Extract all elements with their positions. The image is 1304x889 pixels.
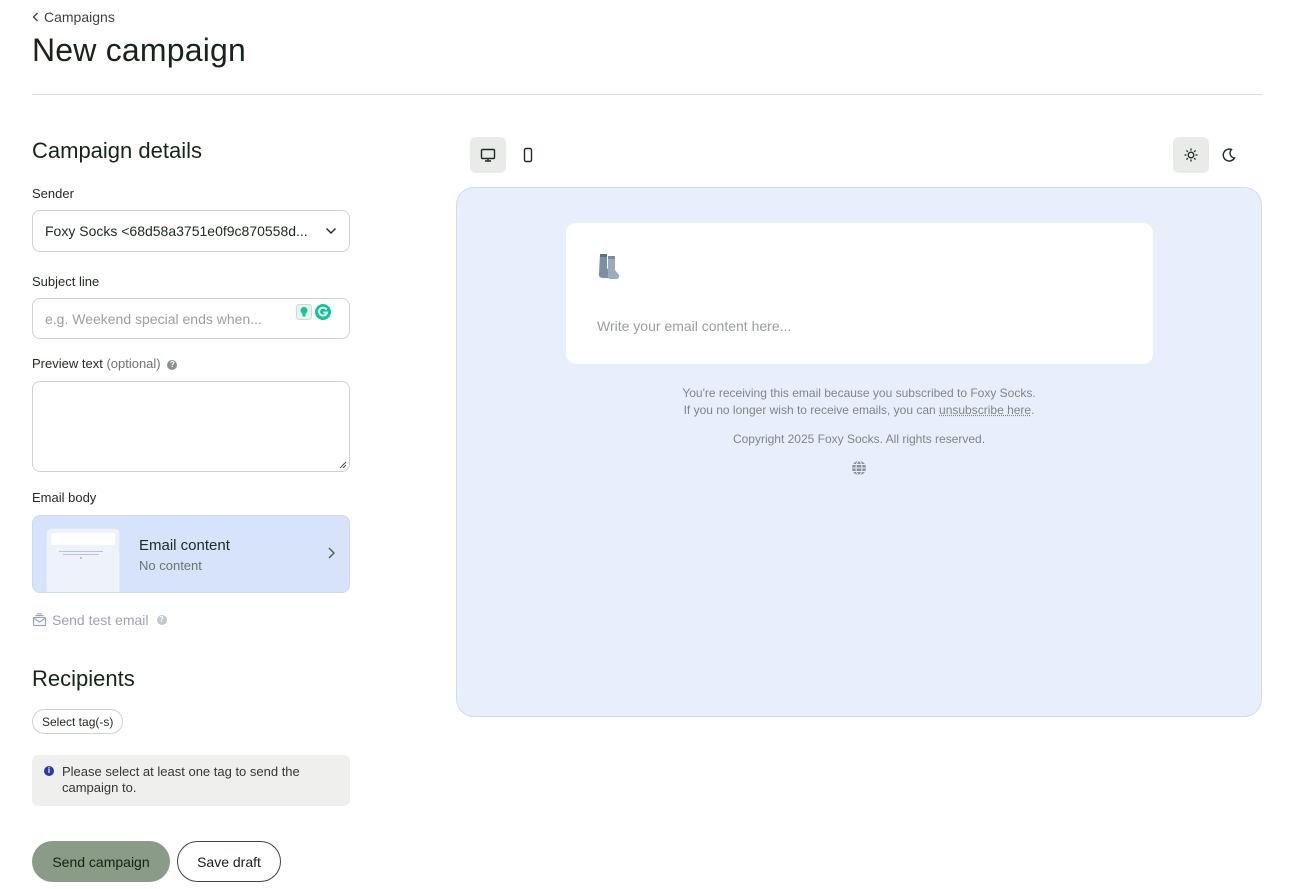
lightbulb-icon[interactable] [296,304,312,320]
recipients-notice-text: Please select at least one tag to send t… [62,764,300,795]
sender-select[interactable]: Foxy Socks <68d58a3751e0f9c870558d... [32,210,350,252]
footer-subscription-note: You're receiving this email because you … [457,385,1261,419]
subject-field-wrapper [32,298,350,339]
chevron-down-icon [326,228,336,234]
footer-line1: You're receiving this email because you … [682,386,1036,400]
email-thumbnail [47,529,119,592]
header-divider [32,94,1262,95]
select-tags-button[interactable]: Select tag(-s) [32,709,124,734]
email-content-status: No content [139,558,202,573]
subject-input[interactable] [45,310,285,327]
help-icon[interactable]: ? [167,359,178,370]
desktop-view-button[interactable] [470,137,506,173]
preview-text-label-main: Preview text [32,356,103,371]
email-content-placeholder: Write your email content here... [597,318,792,334]
send-campaign-button[interactable]: Send campaign [32,841,170,882]
footer-copyright: Copyright 2025 Foxy Socks. All rights re… [732,432,986,446]
info-icon: i [44,766,54,776]
preview-text-optional: (optional) [106,356,161,371]
globe-icon[interactable] [851,460,867,476]
save-draft-button[interactable]: Save draft [177,841,281,882]
breadcrumb[interactable]: Campaigns [32,9,115,25]
sender-value: Foxy Socks <68d58a3751e0f9c870558d... [45,223,308,239]
help-icon[interactable]: ? [156,615,167,625]
resize-grip-icon[interactable] [339,461,347,469]
send-test-label: Send test email [52,612,149,628]
moon-icon [1222,148,1236,162]
email-stack-icon [32,613,47,627]
footer-line2-prefix: If you no longer wish to receive emails,… [683,403,940,417]
mobile-view-button[interactable] [510,137,546,173]
page-title: New campaign [32,32,247,68]
preview-text-label: Preview text (optional) ? [32,356,178,371]
unsubscribe-link[interactable]: unsubscribe here [939,403,1031,417]
footer-line2-suffix: . [1031,403,1035,417]
email-preview-card: Write your email content here... [566,223,1153,364]
sun-icon [1184,148,1198,162]
chevron-left-icon [32,12,38,22]
light-mode-button[interactable] [1173,137,1209,173]
dark-mode-button[interactable] [1211,137,1247,173]
email-content-title: Email content [139,537,230,554]
recipients-notice: i Please select at least one tag to send… [32,755,350,806]
preview-text-wrapper [32,381,350,472]
send-test-email-button[interactable]: Send test email ? [32,612,167,628]
breadcrumb-label: Campaigns [44,9,115,25]
subject-label: Subject line [32,274,100,289]
mobile-icon [523,147,533,163]
footer-line2: If you no longer wish to receive emails,… [457,402,1261,419]
chevron-right-icon [328,547,335,559]
campaign-details-title: Campaign details [32,138,202,163]
sock-icon [598,254,620,279]
email-content-card[interactable]: Email content No content [32,515,350,593]
desktop-icon [480,148,496,162]
grammarly-widget[interactable] [296,304,331,320]
sender-label: Sender [32,186,74,201]
grammarly-icon[interactable] [315,304,331,320]
email-body-label: Email body [32,490,97,505]
email-preview: Write your email content here... You're … [456,187,1262,717]
preview-text-input[interactable] [33,382,349,471]
recipients-title: Recipients [32,666,135,691]
